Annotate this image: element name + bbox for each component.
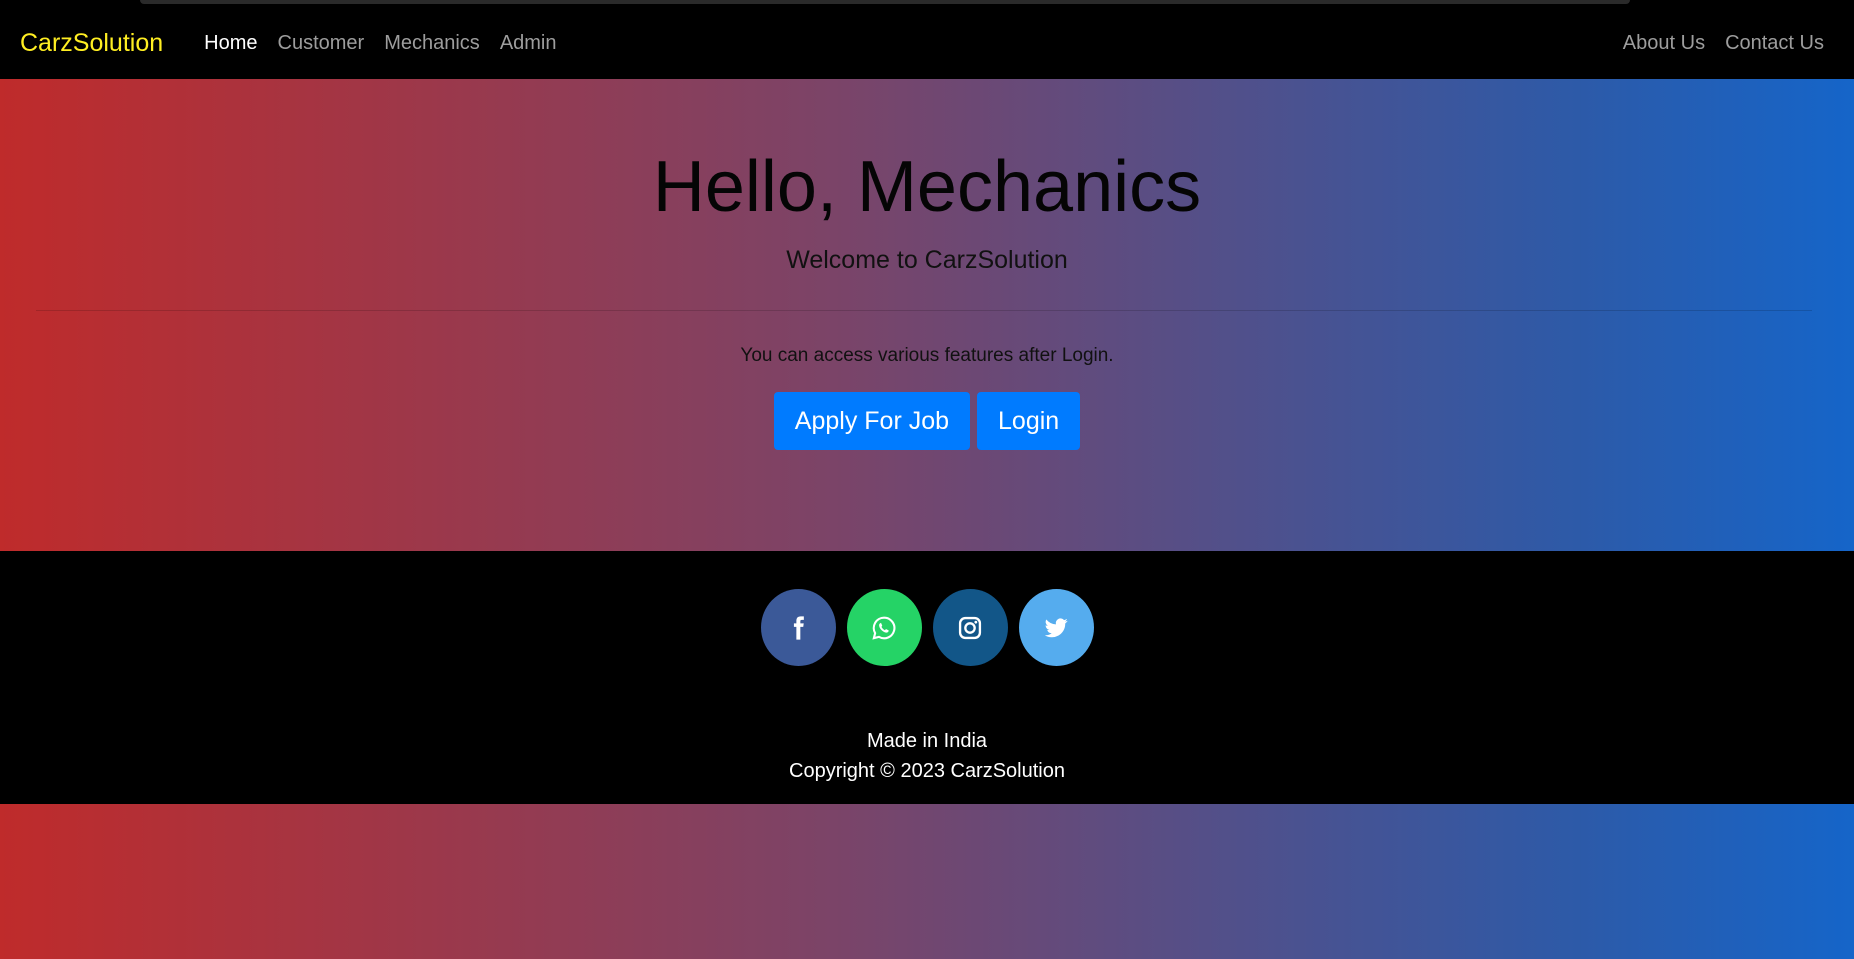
nav-link-home[interactable]: Home [194, 32, 267, 55]
instagram-icon[interactable] [932, 589, 1008, 666]
brand-logo-link[interactable]: CarzSolution [20, 29, 163, 58]
twitter-icon[interactable] [1018, 589, 1094, 666]
apply-for-job-button[interactable]: Apply For Job [773, 392, 971, 450]
hero-lead: Welcome to CarzSolution [786, 246, 1068, 274]
nav-link-mechanics[interactable]: Mechanics [374, 32, 490, 55]
login-button[interactable]: Login [977, 392, 1081, 450]
facebook-icon[interactable] [760, 589, 836, 666]
nav-link-about-us[interactable]: About Us [1613, 32, 1715, 55]
navbar: CarzSolution Home Customer Mechanics Adm… [0, 8, 1854, 79]
social-links [0, 589, 1854, 666]
nav-link-admin[interactable]: Admin [490, 32, 567, 55]
hero-info-text: You can access various features after Lo… [740, 345, 1114, 366]
hero-title: Hello, Mechanics [652, 147, 1202, 227]
nav-links-right: About Us Contact Us [1613, 32, 1834, 55]
footer-text: Made in India Copyright © 2023 CarzSolut… [0, 726, 1854, 786]
nav-link-contact-us[interactable]: Contact Us [1715, 32, 1834, 55]
whatsapp-icon[interactable] [846, 589, 922, 666]
made-in-text: Made in India [866, 730, 988, 752]
browser-top-strip [0, 0, 1854, 8]
hero-button-row: Apply For Job Login [0, 392, 1854, 450]
hero-jumbotron: Hello, Mechanics Welcome to CarzSolution… [0, 79, 1854, 551]
nav-links-left: Home Customer Mechanics Admin [194, 32, 566, 55]
copyright-text: Copyright © 2023 CarzSolution [789, 760, 1065, 782]
footer: Made in India Copyright © 2023 CarzSolut… [0, 551, 1854, 804]
hero-divider [36, 310, 1812, 311]
top-strip-sliver [140, 0, 1630, 4]
nav-link-customer[interactable]: Customer [268, 32, 375, 55]
